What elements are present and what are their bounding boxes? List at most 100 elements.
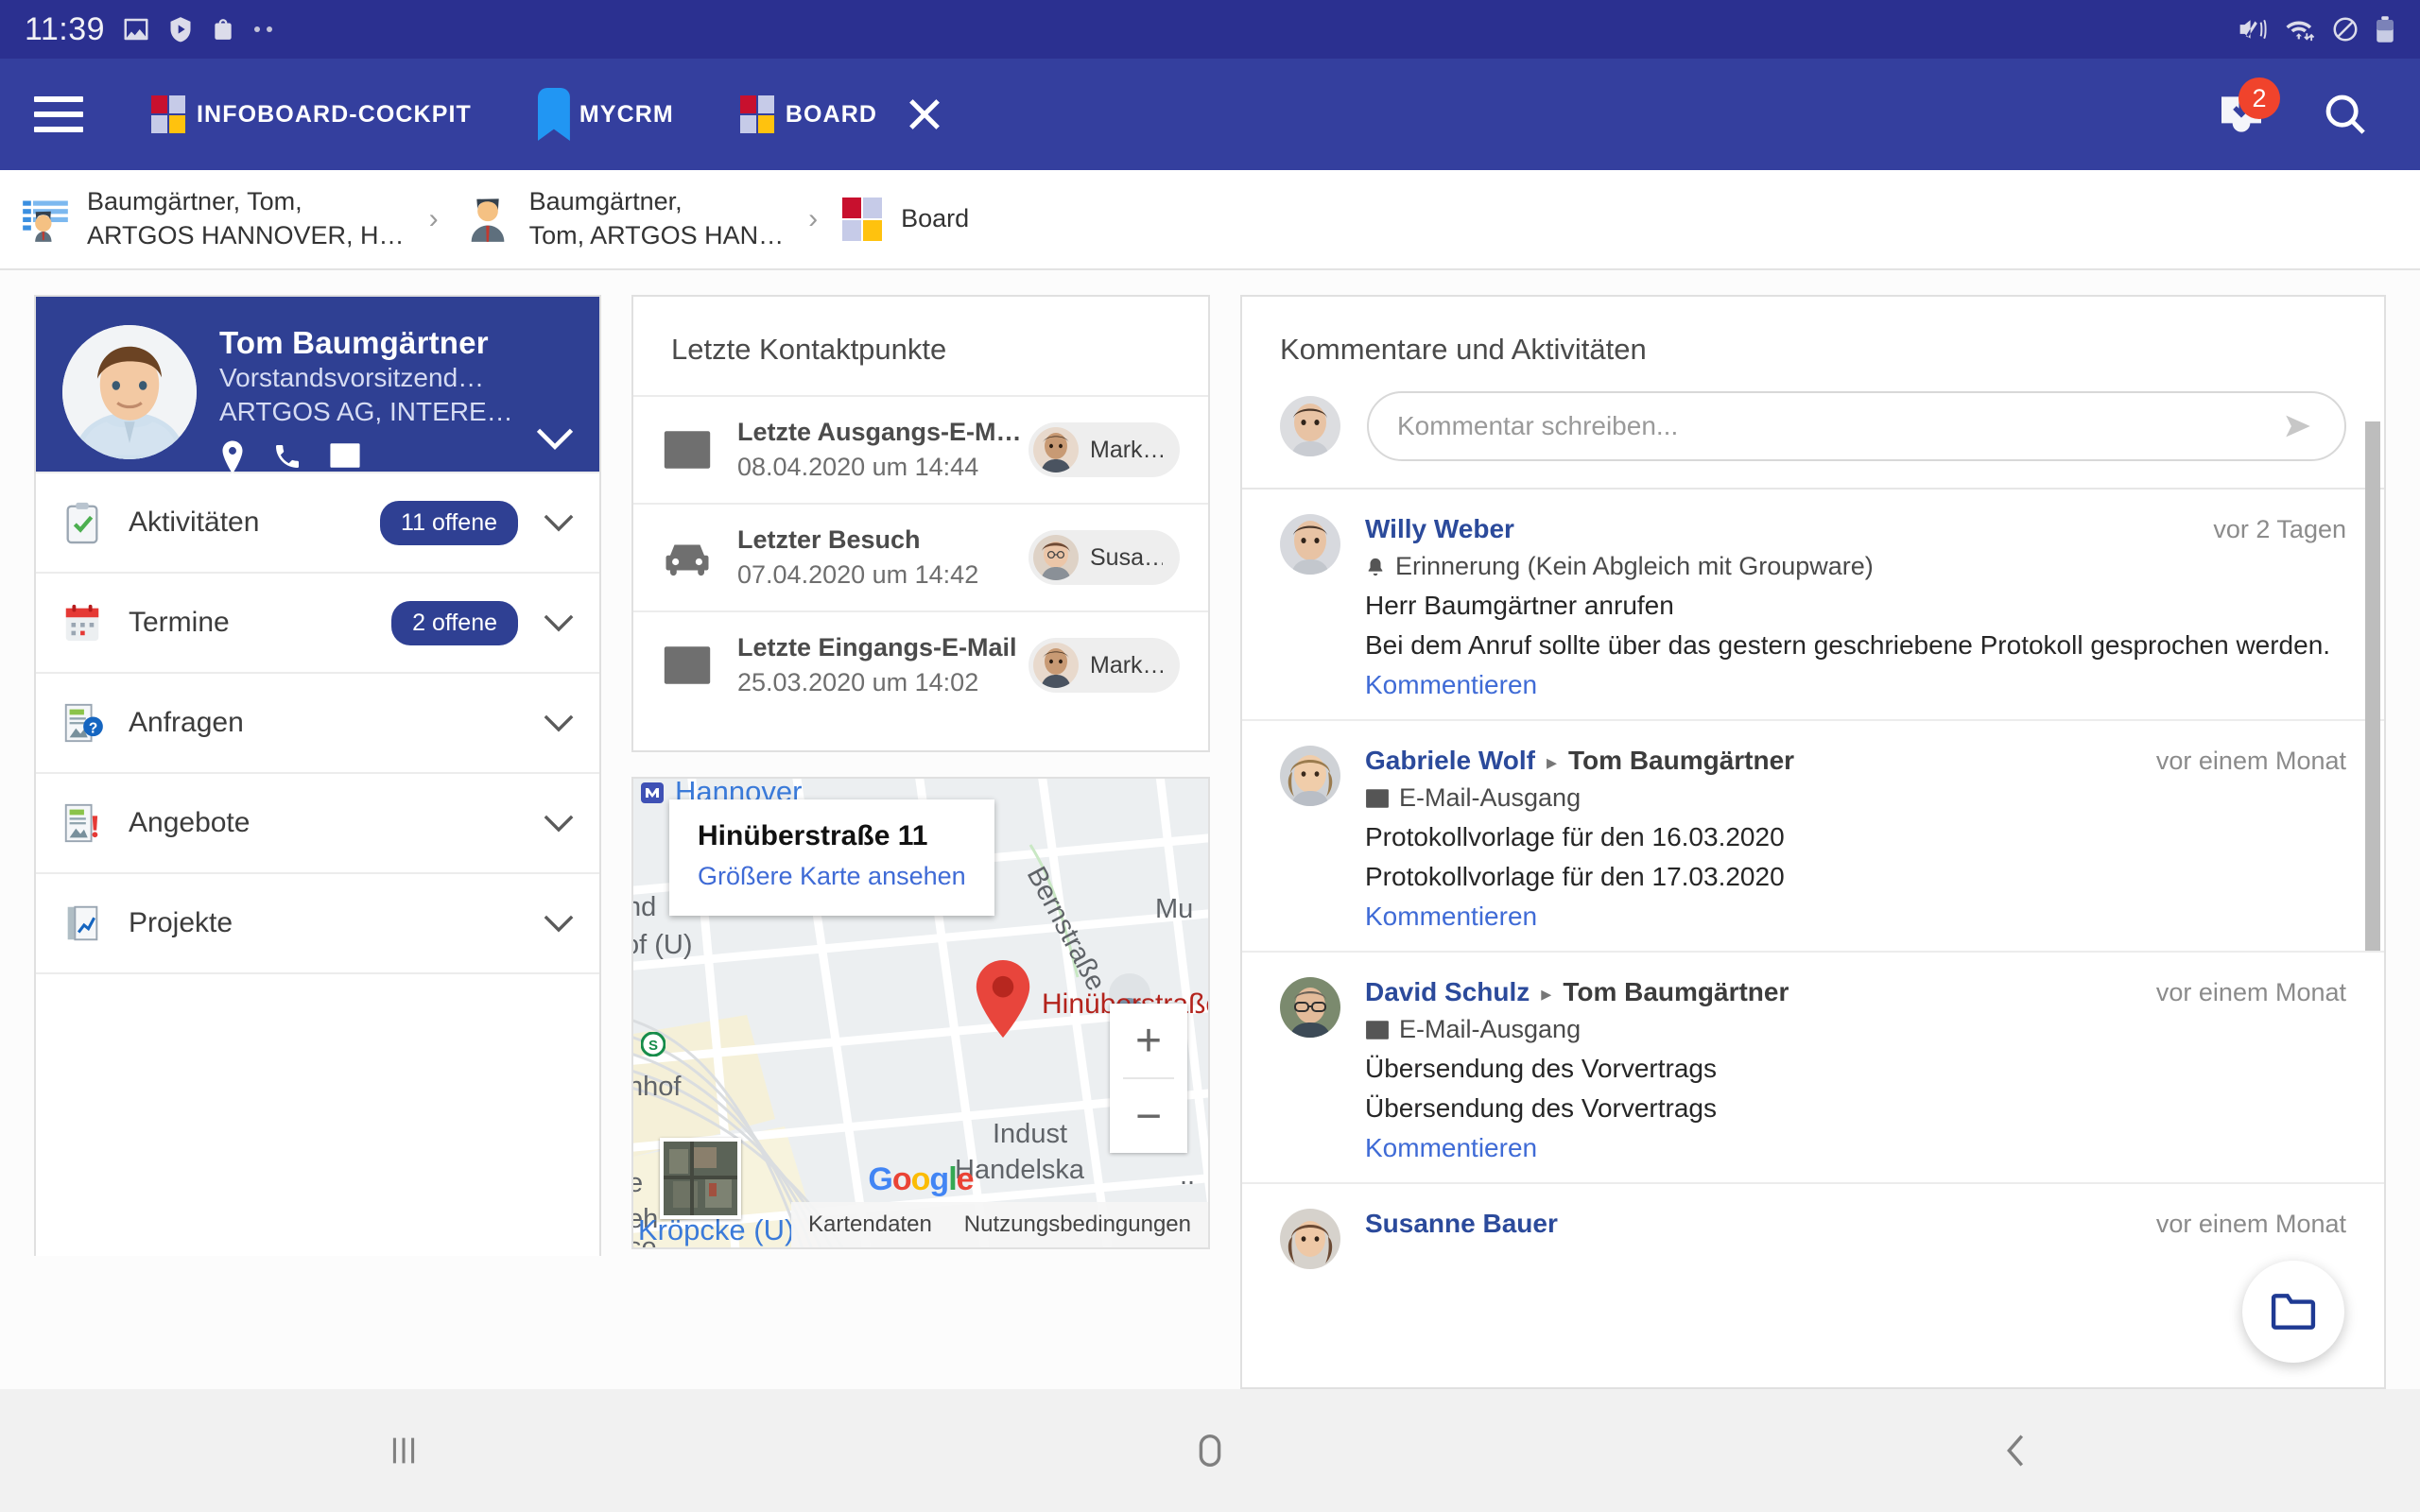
contact-point-text: Letzte Ausgangs-E-M… 08.04.2020 um 14:44 [737, 418, 1028, 482]
sidebar-item-angebote[interactable]: Angebote [36, 772, 599, 872]
inbox-download-icon[interactable]: 2 [2214, 77, 2280, 142]
zoom-in-button[interactable]: + [1110, 1004, 1187, 1077]
sbahn-icon: S [641, 1032, 666, 1057]
infoboard-logo-icon [842, 198, 884, 241]
send-icon[interactable] [2280, 410, 2316, 442]
comment-type: E-Mail-Ausgang [1365, 1015, 2346, 1044]
contact-point-row[interactable]: Letzte Eingangs-E-Mail 25.03.2020 um 14:… [633, 610, 1208, 718]
comment-type: Erinnerung (Kein Abgleich mit Groupware) [1365, 552, 2346, 581]
profile-actions [219, 440, 513, 474]
breadcrumb-item-board[interactable]: Board [842, 198, 969, 241]
contact-point-text: Letzte Eingangs-E-Mail 25.03.2020 um 14:… [737, 633, 1028, 697]
search-icon[interactable] [2318, 87, 2373, 142]
comment-placeholder: Kommentar schreiben... [1397, 411, 1679, 440]
map-label-mu: Mu [1155, 894, 1194, 924]
map-label-of: of (U) [633, 930, 693, 960]
breadcrumb-label-2: Baumgärtner, Tom, ARTGOS HAN… [528, 187, 785, 249]
contact-point-row[interactable]: Letzte Ausgangs-E-M… 08.04.2020 um 14:44… [633, 395, 1208, 503]
contact-person-name: Susa… [1090, 543, 1163, 571]
comment-body: Gabriele Wolf ▸ Tom Baumgärtner vor eine… [1365, 746, 2346, 932]
profile-role: Vorstandsvorsitzend… [219, 363, 485, 392]
satellite-thumbnail-icon[interactable] [660, 1138, 741, 1219]
mail-icon [1366, 788, 1389, 808]
map-label-handelska: Handelska [955, 1155, 1085, 1185]
avatar[interactable] [1280, 1209, 1340, 1269]
android-status-bar: 11:39 [0, 0, 2420, 59]
map-data-link[interactable]: Kartendaten [808, 1211, 932, 1238]
chevron-down-icon[interactable] [543, 612, 575, 633]
mail-icon [664, 431, 711, 469]
breadcrumb-item-contact[interactable]: Baumgärtner, Tom, ARTGOS HAN… [463, 185, 785, 253]
contact-list-icon [23, 200, 68, 242]
comment-author[interactable]: Gabriele Wolf [1365, 746, 1535, 776]
home-icon[interactable] [1188, 1429, 1232, 1472]
avatar [1280, 396, 1340, 456]
profile-card: Tom Baumgärtner Vorstandsvorsitzend… ART… [34, 295, 601, 1256]
middle-column: Letzte Kontaktpunkte Letzte Ausgangs-E-M… [631, 295, 1210, 1389]
contact-person-chip[interactable]: Susa… [1028, 530, 1180, 585]
chevron-down-icon[interactable] [535, 426, 575, 451]
menu-icon[interactable] [34, 96, 83, 132]
sidebar-label: Angebote [129, 807, 251, 838]
sidebar-item-projekte[interactable]: Projekte [36, 872, 599, 972]
tab-mycrm[interactable]: MYCRM [537, 88, 674, 141]
comment-line: Protokollvorlage für den 16.03.2020 [1365, 822, 1785, 851]
sidebar-label: Termine [129, 607, 230, 638]
svg-text:?: ? [89, 720, 97, 736]
avatar[interactable] [1280, 746, 1340, 806]
zoom-out-button[interactable]: − [1110, 1079, 1187, 1153]
comment-timestamp: vor einem Monat [2155, 1210, 2346, 1238]
sidebar-item-anfragen[interactable]: ? Anfragen [36, 672, 599, 772]
contact-person-chip[interactable]: Mark… [1028, 638, 1180, 693]
mail-icon[interactable] [329, 440, 361, 471]
phone-icon[interactable] [272, 440, 302, 472]
map-terms-link[interactable]: Nutzungsbedingungen [964, 1211, 1191, 1238]
folder-fab-button[interactable] [2242, 1261, 2344, 1363]
contact-person-chip[interactable]: Mark… [1028, 422, 1180, 477]
avatar[interactable] [1280, 977, 1340, 1038]
comment-input[interactable]: Kommentar schreiben... [1367, 391, 2346, 461]
comment-author[interactable]: Willy Weber [1365, 514, 1514, 544]
chevron-down-icon[interactable] [543, 512, 575, 533]
comment-body: David Schulz ▸ Tom Baumgärtner vor einem… [1365, 977, 2346, 1163]
location-map[interactable]: Hannover nd of (U) nhof e eh se Bernstra… [631, 777, 1210, 1249]
tab-board[interactable]: BOARD [739, 95, 943, 133]
sidebar-item-termine[interactable]: Termine 2 offene [36, 572, 599, 672]
comment-header: Gabriele Wolf ▸ Tom Baumgärtner vor eine… [1365, 746, 2346, 776]
comment-entry: Susanne Bauer vor einem Monat [1242, 1184, 2384, 1288]
contact-point-row[interactable]: Letzter Besuch 07.04.2020 um 14:42 Susa… [633, 503, 1208, 610]
inbox-badge: 2 [2238, 77, 2280, 119]
recents-icon[interactable] [382, 1429, 425, 1472]
comment-timestamp: vor 2 Tagen [2213, 515, 2346, 543]
infoboard-logo-icon [151, 95, 187, 133]
avatar [1033, 643, 1079, 688]
mail-icon [1366, 1020, 1389, 1040]
map-label-indust: Indust [993, 1119, 1067, 1149]
comment-header: Willy Weber vor 2 Tagen [1365, 514, 2346, 544]
location-pin-icon[interactable] [219, 440, 246, 474]
breadcrumb-item-contact-list[interactable]: Baumgärtner, Tom, ARTGOS HANNOVER, H… [21, 185, 405, 253]
offer-document-icon [64, 803, 98, 843]
back-icon[interactable] [1995, 1429, 2038, 1472]
close-icon[interactable] [906, 95, 943, 133]
comment-author[interactable]: David Schulz [1365, 977, 1530, 1007]
sidebar-item-aktivitaeten[interactable]: Aktivitäten 11 offene [36, 472, 599, 572]
comment-header: Susanne Bauer vor einem Monat [1365, 1209, 2346, 1239]
map-label-dots: .. [1180, 1160, 1196, 1191]
map-larger-link[interactable]: Größere Karte ansehen [698, 862, 966, 891]
comment-reply-link[interactable]: Kommentieren [1365, 902, 2346, 932]
contact-point-date: 07.04.2020 um 14:42 [737, 560, 979, 589]
comment-reply-link[interactable]: Kommentieren [1365, 670, 2346, 700]
tab-infoboard-cockpit[interactable]: INFOBOARD-COCKPIT [151, 95, 472, 133]
chevron-down-icon[interactable] [543, 913, 575, 934]
chevron-down-icon[interactable] [543, 713, 575, 733]
profile-header: Tom Baumgärtner Vorstandsvorsitzend… ART… [36, 297, 599, 474]
comment-body: Susanne Bauer vor einem Monat [1365, 1209, 2346, 1269]
comment-entry: David Schulz ▸ Tom Baumgärtner vor einem… [1242, 953, 2384, 1182]
avatar[interactable] [1280, 514, 1340, 575]
chevron-down-icon[interactable] [543, 813, 575, 833]
comment-reply-link[interactable]: Kommentieren [1365, 1133, 2346, 1163]
image-icon [124, 18, 148, 41]
comment-author[interactable]: Susanne Bauer [1365, 1209, 1558, 1239]
comments-scrollbar[interactable] [2365, 421, 2380, 951]
